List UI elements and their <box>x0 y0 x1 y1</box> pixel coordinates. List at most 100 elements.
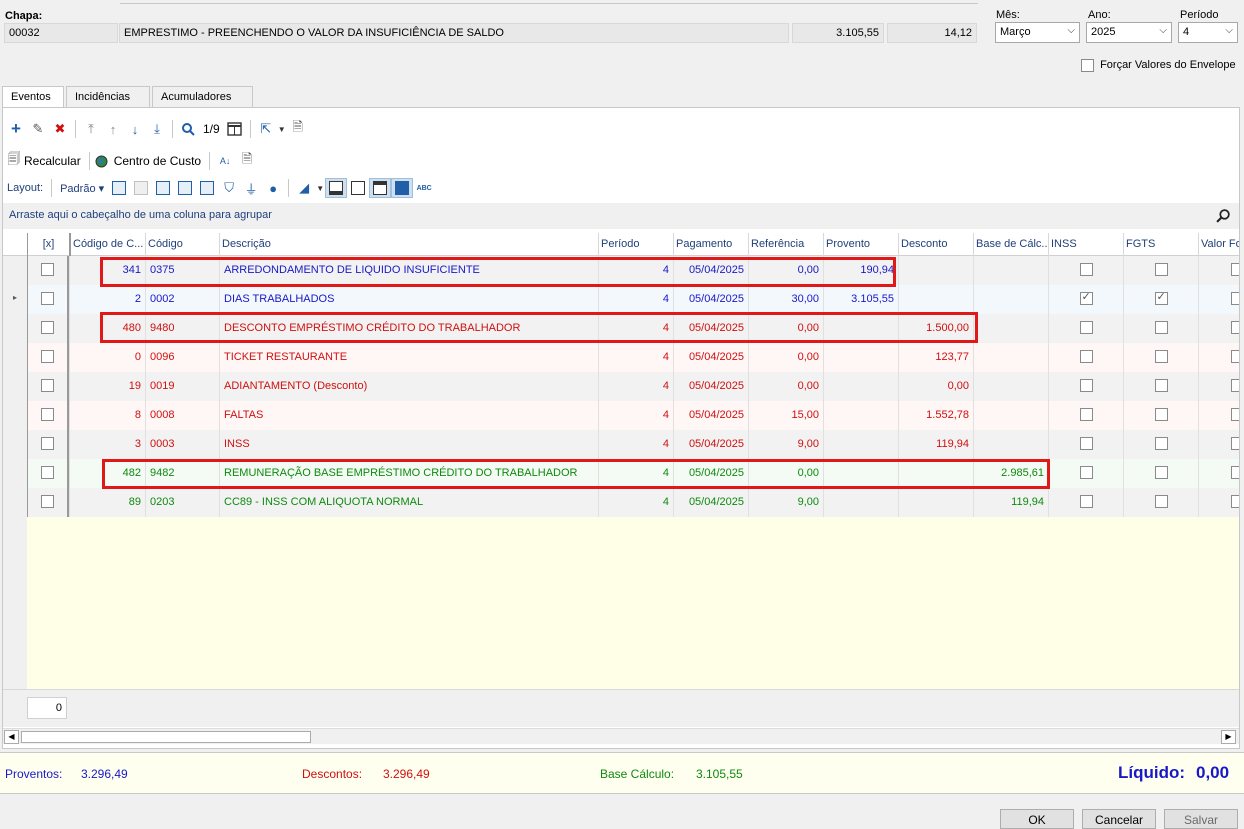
salary-field[interactable]: 3.105,55 <box>792 23 884 43</box>
cell-periodo[interactable]: 4 <box>598 343 673 372</box>
cell-fgts-checkbox-cell[interactable] <box>1123 343 1198 372</box>
cell-provento[interactable] <box>823 430 898 459</box>
search-icon[interactable] <box>177 119 199 139</box>
row-select-checkbox[interactable] <box>41 292 54 305</box>
cell-fgts-checkbox-cell[interactable] <box>1123 372 1198 401</box>
shapes-icon[interactable]: ● <box>262 178 284 198</box>
cell-inss-checkbox-cell[interactable] <box>1048 343 1123 372</box>
cell-select-checkbox-cell[interactable] <box>27 343 69 372</box>
row-inss-checkbox[interactable] <box>1079 495 1093 508</box>
move-last-icon[interactable]: ⤓ <box>146 119 168 139</box>
cell-fgts-checkbox-cell[interactable] <box>1123 459 1198 488</box>
cancel-button[interactable]: Cancelar <box>1082 809 1156 829</box>
cell-select-checkbox-cell[interactable] <box>27 314 69 343</box>
current-row-indicator-icon[interactable]: ▸ <box>3 285 27 314</box>
cell-fgts-checkbox-cell[interactable] <box>1123 314 1198 343</box>
cell-fgts-checkbox-cell[interactable] <box>1123 430 1198 459</box>
cell-valor-checkbox-cell[interactable] <box>1198 430 1239 459</box>
mes-select[interactable]: Março ⌵ <box>995 22 1080 43</box>
cell-select-checkbox-cell[interactable] <box>27 430 69 459</box>
cell-base[interactable] <box>973 285 1048 314</box>
row-valor-checkbox[interactable] <box>1231 408 1239 421</box>
cell-descricao[interactable]: TICKET RESTAURANTE <box>219 343 598 372</box>
horizontal-scrollbar[interactable]: ◀ ▶ <box>3 728 1239 744</box>
cell-cod_c[interactable]: 2 <box>69 285 145 314</box>
cell-periodo[interactable]: 4 <box>598 372 673 401</box>
cell-desconto[interactable]: 119,94 <box>898 430 973 459</box>
cell-fgts-checkbox-cell[interactable] <box>1123 285 1198 314</box>
cell-valor-checkbox-cell[interactable] <box>1198 285 1239 314</box>
cell-codigo[interactable]: 0096 <box>145 343 219 372</box>
table-row[interactable]: 3 0003 INSS 4 05/04/2025 9,00 119,94 <box>3 430 1239 459</box>
cell-select-checkbox-cell[interactable] <box>27 401 69 430</box>
col-codigo-c[interactable]: Código de C... <box>69 233 145 256</box>
export-icon[interactable]: ⇱ <box>255 119 277 139</box>
cell-cod_c[interactable]: 19 <box>69 372 145 401</box>
row-indicator[interactable] <box>3 314 27 343</box>
row-valor-checkbox[interactable] <box>1231 495 1239 508</box>
move-up-icon[interactable]: ↑ <box>102 119 124 139</box>
cell-desconto[interactable] <box>898 488 973 517</box>
cell-descricao[interactable]: FALTAS <box>219 401 598 430</box>
cell-valor-checkbox-cell[interactable] <box>1198 459 1239 488</box>
col-valor-fo[interactable]: Valor Fo <box>1198 233 1239 256</box>
row-inss-checkbox[interactable] <box>1079 350 1093 363</box>
cell-pagamento[interactable]: 05/04/2025 <box>673 285 748 314</box>
row-select-checkbox[interactable] <box>41 408 54 421</box>
cell-inss-checkbox-cell[interactable] <box>1048 430 1123 459</box>
import-layout-icon[interactable] <box>174 178 196 198</box>
save-button[interactable]: Salvar <box>1164 809 1238 829</box>
col-periodo[interactable]: Período <box>598 233 673 256</box>
row-indicator[interactable] <box>3 343 27 372</box>
add-layout-icon[interactable] <box>108 178 130 198</box>
edit-icon[interactable]: ✎ <box>27 119 49 139</box>
cell-valor-checkbox-cell[interactable] <box>1198 488 1239 517</box>
row-inss-checkbox[interactable] <box>1079 466 1093 479</box>
view-group-icon[interactable] <box>391 178 414 198</box>
col-pagamento[interactable]: Pagamento <box>673 233 748 256</box>
cell-inss-checkbox-cell[interactable] <box>1048 372 1123 401</box>
cell-cod_c[interactable]: 8 <box>69 401 145 430</box>
cell-codigo[interactable]: 0002 <box>145 285 219 314</box>
cell-desconto[interactable] <box>898 256 973 285</box>
cell-inss-checkbox-cell[interactable] <box>1048 488 1123 517</box>
cell-fgts-checkbox-cell[interactable] <box>1123 488 1198 517</box>
cell-valor-checkbox-cell[interactable] <box>1198 256 1239 285</box>
layout-select[interactable]: Padrão ▾ <box>60 182 104 195</box>
filter-icon[interactable]: ⏚ <box>240 178 262 198</box>
row-indicator[interactable] <box>3 430 27 459</box>
cell-select-checkbox-cell[interactable] <box>27 256 69 285</box>
cell-valor-checkbox-cell[interactable] <box>1198 343 1239 372</box>
forcar-valores-checkbox[interactable] <box>1081 59 1094 72</box>
row-select-checkbox[interactable] <box>41 350 54 363</box>
col-base-calculo[interactable]: Base de Cálc... <box>973 233 1048 256</box>
row-valor-checkbox[interactable] <box>1231 466 1239 479</box>
delete-icon[interactable]: ✖ <box>49 119 71 139</box>
row-fgts-checkbox[interactable] <box>1154 437 1168 450</box>
cell-select-checkbox-cell[interactable] <box>27 285 69 314</box>
cell-desconto[interactable] <box>898 285 973 314</box>
cell-valor-checkbox-cell[interactable] <box>1198 372 1239 401</box>
dropdown-arrow-icon[interactable]: ▼ <box>277 119 287 139</box>
cell-select-checkbox-cell[interactable] <box>27 372 69 401</box>
row-select-checkbox[interactable] <box>41 379 54 392</box>
cell-valor-checkbox-cell[interactable] <box>1198 401 1239 430</box>
row-indicator[interactable] <box>3 372 27 401</box>
cell-referencia[interactable]: 0,00 <box>748 343 823 372</box>
cell-select-checkbox-cell[interactable] <box>27 459 69 488</box>
row-fgts-checkbox[interactable] <box>1154 321 1168 334</box>
cell-provento[interactable] <box>823 401 898 430</box>
row-inss-checkbox[interactable] <box>1079 437 1093 450</box>
cell-desconto[interactable]: 123,77 <box>898 343 973 372</box>
row-fgts-checkbox[interactable] <box>1154 290 1168 305</box>
recalcular-button[interactable]: Recalcular <box>24 154 81 168</box>
col-provento[interactable]: Provento <box>823 233 898 256</box>
cell-codigo[interactable]: 0203 <box>145 488 219 517</box>
cell-descricao[interactable]: ADIANTAMENTO (Desconto) <box>219 372 598 401</box>
cell-inss-checkbox-cell[interactable] <box>1048 401 1123 430</box>
cell-base[interactable] <box>973 372 1048 401</box>
spellcheck-icon[interactable]: ABC <box>413 178 435 198</box>
cell-base[interactable]: 119,94 <box>973 488 1048 517</box>
col-descricao[interactable]: Descrição <box>219 233 598 256</box>
cell-inss-checkbox-cell[interactable] <box>1048 459 1123 488</box>
